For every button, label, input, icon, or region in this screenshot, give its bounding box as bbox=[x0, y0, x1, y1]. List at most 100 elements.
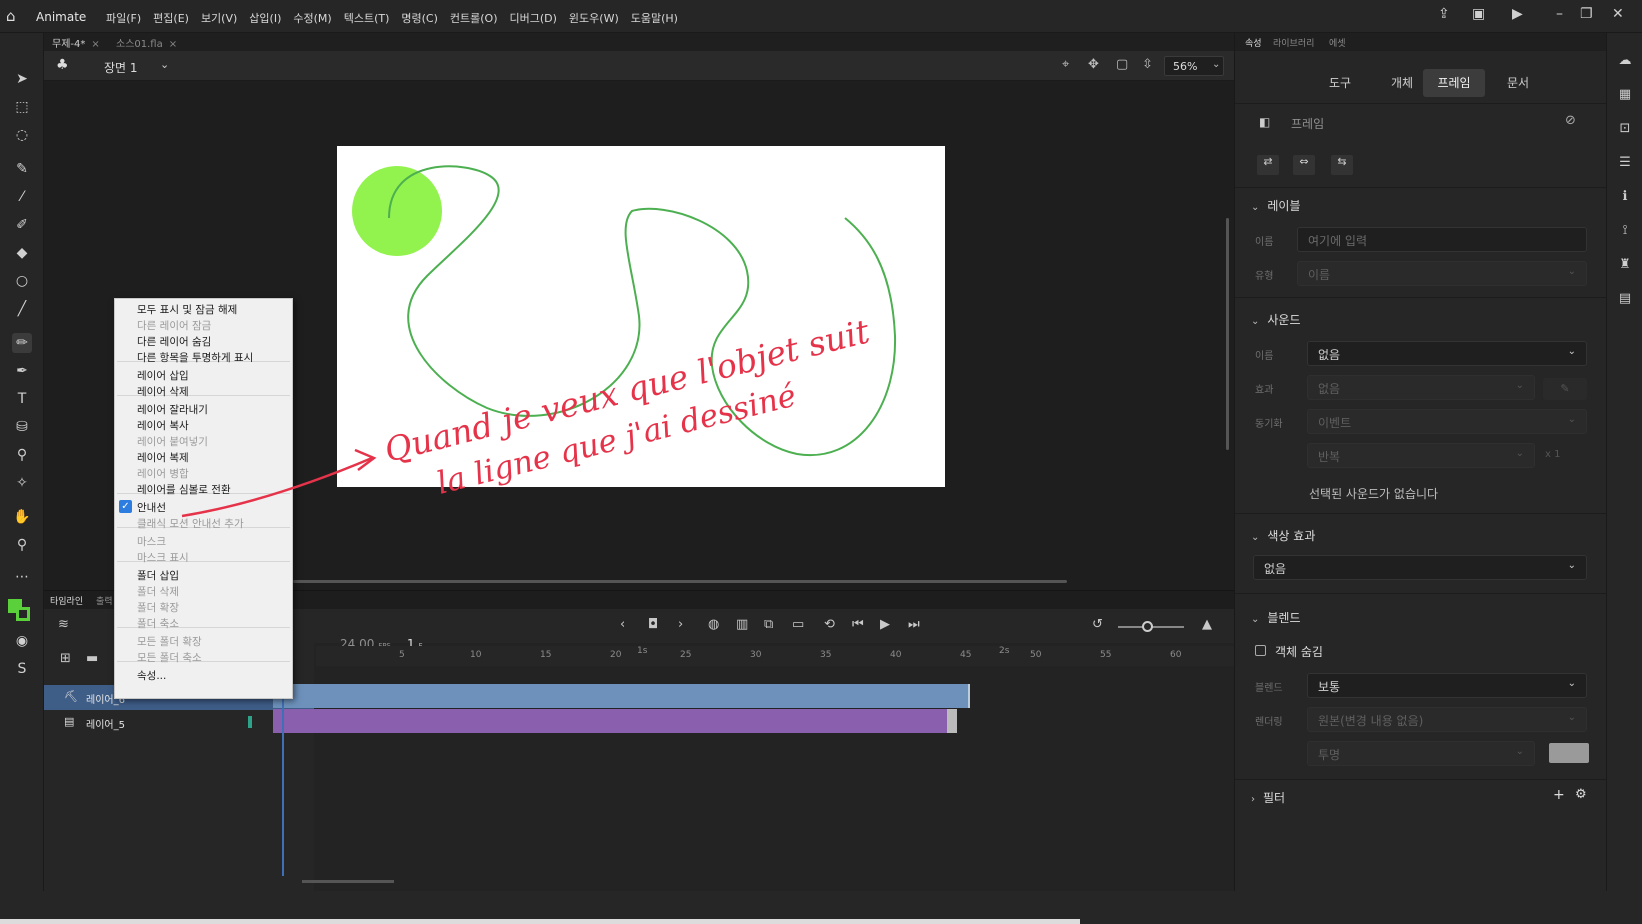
ball-circle[interactable] bbox=[352, 166, 442, 256]
menu-text[interactable]: 텍스트(T) bbox=[344, 10, 390, 26]
components-icon[interactable]: ▤ bbox=[1617, 291, 1633, 306]
tab-library[interactable]: 라이브러리 bbox=[1273, 36, 1314, 49]
prev-keyframe-icon[interactable]: ‹ bbox=[620, 617, 625, 632]
insert-frame-icon[interactable]: ▭ bbox=[792, 617, 804, 632]
library-icon[interactable]: ☁ bbox=[1617, 53, 1633, 68]
minimize-icon[interactable]: – bbox=[1556, 6, 1563, 22]
layer-name[interactable]: 레이어_5 bbox=[86, 716, 125, 731]
tab-tool[interactable]: 도구 bbox=[1311, 69, 1369, 97]
transform-icon[interactable]: ⊡ bbox=[1617, 121, 1633, 136]
transparent-dropdown[interactable]: 투명 ⌄ bbox=[1307, 741, 1535, 766]
section-blend-header[interactable]: ⌄ 블렌드 bbox=[1251, 609, 1301, 626]
clip-content-icon[interactable]: ▢ bbox=[1116, 57, 1128, 72]
workspace-icon[interactable]: ▣ bbox=[1472, 6, 1485, 22]
restore-icon[interactable]: ❐ bbox=[1580, 6, 1593, 22]
motion-presets-icon[interactable]: ⟟ bbox=[1617, 223, 1633, 238]
context-menu-item[interactable]: 안내선 bbox=[137, 500, 166, 515]
motion-guide-line[interactable] bbox=[388, 165, 897, 457]
context-menu-item[interactable]: 레이어 삭제 bbox=[137, 384, 189, 399]
render-dropdown[interactable]: 원본(변경 내용 없음) ⌄ bbox=[1307, 707, 1587, 732]
pin-icon[interactable]: ✧ bbox=[12, 473, 32, 493]
hide-object-checkbox[interactable] bbox=[1255, 645, 1266, 656]
color-effect-dropdown[interactable]: 없음 ⌄ bbox=[1253, 555, 1587, 580]
tab-frame[interactable]: 프레임 bbox=[1423, 69, 1485, 97]
background-color-swatch[interactable] bbox=[1549, 743, 1589, 763]
close-tab-icon[interactable]: × bbox=[91, 39, 99, 50]
edit-multiple-frames-icon[interactable]: ▥ bbox=[736, 617, 748, 632]
info-icon[interactable]: ℹ bbox=[1617, 189, 1633, 204]
rotate-stage-icon[interactable]: ✥ bbox=[1088, 57, 1099, 72]
play-icon[interactable]: ▶ bbox=[880, 617, 890, 632]
menu-control[interactable]: 컨트롤(O) bbox=[450, 10, 498, 26]
oval-icon[interactable]: ○ bbox=[12, 271, 32, 291]
add-layer-icon[interactable]: ⊞ bbox=[60, 651, 71, 666]
lasso-icon[interactable]: ◌ bbox=[12, 125, 32, 145]
menu-debug[interactable]: 디버그(D) bbox=[510, 10, 557, 26]
help-icon[interactable]: ⊘ bbox=[1565, 113, 1576, 128]
context-menu-item[interactable]: 다른 항목을 투명하게 표시 bbox=[137, 350, 253, 365]
context-menu-item[interactable]: 다른 레이어 숨김 bbox=[137, 334, 211, 349]
frame-ruler[interactable]: 1s 5 10 15 20 25 30 35 40 45 2s 50 55 60 bbox=[316, 646, 1234, 666]
selection-tool-icon[interactable]: ➤ bbox=[12, 69, 32, 89]
insert-keyframe-icon[interactable]: ◘ bbox=[648, 617, 658, 632]
context-menu-item[interactable]: 폴더 삽입 bbox=[137, 568, 179, 583]
add-folder-icon[interactable]: ▬ bbox=[86, 651, 98, 666]
sound-repeat-dropdown[interactable]: 반복 ⌄ bbox=[1307, 443, 1535, 468]
stage-canvas[interactable] bbox=[337, 146, 945, 487]
chevron-down-icon[interactable]: ⌄ bbox=[160, 58, 169, 71]
blend-dropdown[interactable]: 보통 ⌄ bbox=[1307, 673, 1587, 698]
test-movie-icon[interactable]: ▶ bbox=[1512, 6, 1523, 22]
undo-icon[interactable]: ↺ bbox=[1092, 617, 1103, 632]
gear-icon[interactable]: ⚙ bbox=[1575, 787, 1587, 802]
frame-span-tween-layer[interactable] bbox=[273, 709, 957, 733]
tab-output[interactable]: 출력 bbox=[96, 594, 113, 607]
edit-sound-icon[interactable]: ✎ bbox=[1543, 378, 1587, 400]
snap-to-center-icon[interactable]: ⌖ bbox=[1062, 57, 1069, 72]
brush-icon[interactable]: ⁄ bbox=[12, 187, 32, 207]
menu-view[interactable]: 보기(V) bbox=[201, 10, 237, 26]
timeline-scrollbar[interactable] bbox=[302, 880, 394, 883]
context-menu-item[interactable]: 모두 표시 및 잠금 해제 bbox=[137, 302, 237, 317]
onion-skin-icon[interactable]: ◍ bbox=[708, 617, 719, 632]
share-icon[interactable]: ⇪ bbox=[1438, 6, 1450, 22]
line-icon[interactable]: ╱ bbox=[12, 299, 32, 319]
context-menu-item[interactable]: 속성... bbox=[137, 668, 166, 683]
chevron-down-icon[interactable]: ⌄ bbox=[1212, 59, 1220, 70]
frame-span-guide-layer[interactable] bbox=[273, 684, 970, 708]
section-color-header[interactable]: ⌄ 색상 효과 bbox=[1251, 527, 1315, 544]
step-back-icon[interactable]: ⏮ bbox=[852, 617, 864, 632]
tab-properties[interactable]: 속성 bbox=[1245, 36, 1262, 49]
tab-assets[interactable]: 에셋 bbox=[1329, 36, 1346, 49]
zoom-slider-thumb[interactable] bbox=[1142, 621, 1153, 632]
eraser-icon[interactable]: ◆ bbox=[12, 243, 32, 263]
sound-sync-dropdown[interactable]: 이벤트 ⌄ bbox=[1307, 409, 1587, 434]
sound-name-dropdown[interactable]: 없음 ⌄ bbox=[1307, 341, 1587, 366]
layers-icon[interactable]: ≋ bbox=[58, 617, 69, 632]
add-filter-icon[interactable]: + bbox=[1553, 787, 1565, 803]
swap-icon[interactable]: ⇄ bbox=[1257, 155, 1279, 175]
fit-frames-icon[interactable]: ▲ bbox=[1202, 617, 1212, 632]
close-icon[interactable]: ✕ bbox=[1612, 6, 1624, 22]
text-tool-icon[interactable]: T bbox=[12, 389, 32, 409]
fill-color-swatch[interactable] bbox=[16, 607, 30, 621]
menu-edit[interactable]: 편집(E) bbox=[153, 10, 189, 26]
create-tween-icon[interactable]: ⧉ bbox=[764, 617, 773, 632]
doc-tab[interactable]: 소스01.fla × bbox=[116, 35, 177, 50]
eyedropper-icon[interactable]: ⚲ bbox=[12, 445, 32, 465]
menu-file[interactable]: 파일(F) bbox=[106, 10, 141, 26]
fluid-brush-icon[interactable]: ✐ bbox=[12, 215, 32, 235]
label-name-input[interactable]: 여기에 입력 bbox=[1297, 227, 1587, 252]
context-menu-item[interactable]: 레이어 복제 bbox=[137, 450, 189, 465]
more-tools-icon[interactable]: ⋯ bbox=[12, 567, 32, 587]
link-icon[interactable]: ⇆ bbox=[1331, 155, 1353, 175]
close-tab-icon[interactable]: × bbox=[169, 39, 177, 50]
snap-icon[interactable]: S bbox=[12, 659, 32, 679]
object-drawing-icon[interactable]: ◉ bbox=[12, 631, 32, 651]
next-keyframe-icon[interactable]: › bbox=[678, 617, 683, 632]
vertical-scrollbar[interactable] bbox=[1226, 218, 1229, 450]
menu-window[interactable]: 윈도우(W) bbox=[569, 10, 619, 26]
section-label-header[interactable]: ⌄ 레이블 bbox=[1251, 197, 1301, 214]
horizontal-scrollbar[interactable] bbox=[293, 580, 1067, 583]
tab-document[interactable]: 문서 bbox=[1489, 69, 1547, 97]
sound-effect-dropdown[interactable]: 없음 ⌄ bbox=[1307, 375, 1535, 400]
